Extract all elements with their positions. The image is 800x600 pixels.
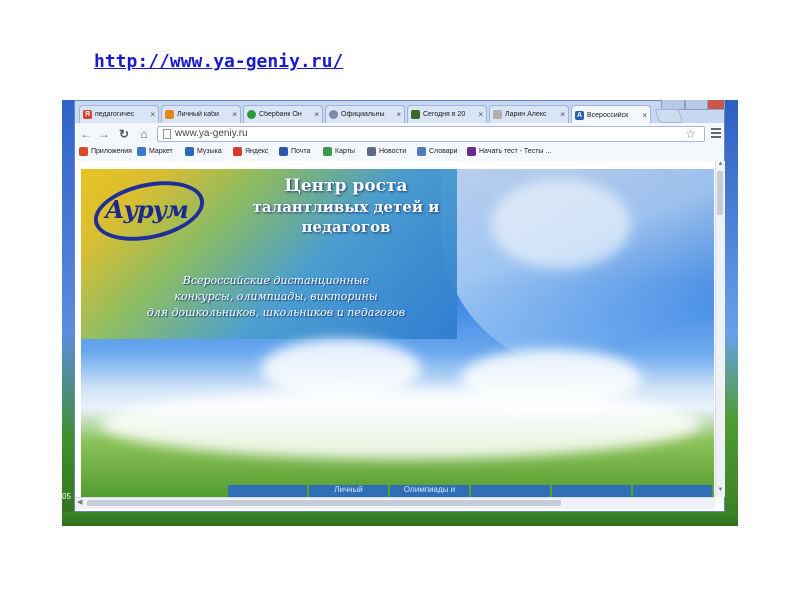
news-icon [411, 110, 420, 119]
vertical-scrollbar[interactable]: ▲ ▼ [715, 161, 725, 497]
tab-1[interactable]: Я педагогичес × [79, 105, 159, 123]
tab-title: педагогичес [95, 111, 135, 118]
sberbank-icon [247, 110, 256, 119]
cloud-graphic [491, 179, 631, 269]
headline-line-1: Центр роста [284, 176, 408, 196]
new-tab-button[interactable] [654, 109, 684, 123]
horizontal-scroll-thumb[interactable] [87, 500, 561, 506]
site-subline: Всероссийские дистанционные конкурсы, ол… [121, 273, 431, 321]
logo-text: Аурум [105, 195, 189, 224]
maps-icon [323, 147, 332, 156]
page-icon [163, 129, 171, 139]
tab-close-icon[interactable]: × [232, 110, 237, 119]
bookmark-label: Маркет [149, 148, 173, 155]
bookmark-mail[interactable]: Почта [279, 147, 310, 156]
tab-title: Ларин Алекс [505, 111, 547, 118]
cloud-graphic [101, 389, 701, 459]
bookmark-star-icon[interactable]: ☆ [685, 128, 696, 140]
page-viewport: Аурум Центр роста талантливых детей и пе… [75, 161, 725, 511]
bookmark-music[interactable]: Музыка [185, 147, 222, 156]
menu-icon[interactable] [711, 128, 721, 140]
browser-screenshot: 05 Я педагогичес × Личный каби × Сбербан… [62, 100, 738, 526]
headline-line-2: талантливых детей и [252, 198, 440, 216]
browser-window: Я педагогичес × Личный каби × Сбербанк О… [74, 100, 725, 512]
tab-close-icon[interactable]: × [150, 110, 155, 119]
tab-close-icon[interactable]: × [642, 111, 647, 120]
bookmark-label: Новости [379, 148, 407, 155]
tab-close-icon[interactable]: × [314, 110, 319, 119]
bookmark-apps[interactable]: Приложения [79, 147, 132, 156]
tab-6[interactable]: Ларин Алекс × [489, 105, 569, 123]
address-text: www.ya-geniy.ru [175, 128, 248, 139]
tab-7-active[interactable]: А Всероссийск × [571, 105, 651, 124]
bookmark-label: Карты [335, 148, 355, 155]
tab-close-icon[interactable]: × [560, 110, 565, 119]
tab-2[interactable]: Личный каби × [161, 105, 241, 123]
bookmark-label: Словари [429, 148, 458, 155]
market-icon [137, 147, 146, 156]
aurum-icon: А [575, 110, 584, 120]
tab-title: Сбербанк Он [259, 111, 302, 118]
bookmark-label: Почта [291, 148, 311, 155]
bookmark-news[interactable]: Новости [367, 147, 406, 156]
scroll-left-icon[interactable]: ◀ [77, 498, 82, 506]
tab-title: Официальны [341, 111, 385, 118]
aurum-logo[interactable]: Аурум [88, 171, 210, 251]
subline-line-3: для дошкольников, школьников и педагогов [146, 306, 406, 319]
forward-icon[interactable]: → [97, 127, 111, 141]
headline-line-3: педагогов [301, 218, 391, 236]
browser-toolbar: ← → ↻ ⌂ www.ya-geniy.ru ☆ [75, 123, 724, 145]
tab-3[interactable]: Сбербанк Он × [243, 105, 323, 123]
home-icon[interactable]: ⌂ [137, 127, 151, 141]
desktop-background-left [62, 100, 74, 526]
scroll-down-icon[interactable]: ▼ [716, 487, 725, 493]
tab-5[interactable]: Сегодня в 20 × [407, 105, 487, 123]
site-page: Аурум Центр роста талантливых детей и пе… [81, 169, 714, 501]
bookmark-yandex[interactable]: Яндекс [233, 147, 269, 156]
horizontal-scrollbar[interactable]: ◀ [75, 497, 715, 509]
yandex-icon [233, 147, 242, 156]
tab-title: Личный каби [177, 111, 219, 118]
bookmark-dictionaries[interactable]: Словари [417, 147, 457, 156]
bookmarks-bar: Приложения Маркет Музыка Яндекс Почта Ка… [75, 145, 724, 162]
news-icon [367, 147, 376, 156]
desktop-background-right [725, 100, 738, 526]
bookmark-label: Приложения [91, 148, 132, 155]
tab-close-icon[interactable]: × [478, 110, 483, 119]
subline-line-1: Всероссийские дистанционные [182, 274, 370, 287]
subline-line-2: конкурсы, олимпиады, викторины [174, 290, 378, 303]
document-icon [493, 110, 502, 119]
site-headline: Центр роста талантливых детей и педагого… [231, 175, 461, 237]
apps-grid-icon [79, 147, 88, 156]
yandex-icon: Я [83, 110, 92, 119]
scroll-up-icon[interactable]: ▲ [716, 161, 725, 167]
vertical-scroll-thumb[interactable] [717, 171, 723, 215]
tab-title: Сегодня в 20 [423, 111, 466, 118]
mail-icon [279, 147, 288, 156]
bookmark-maps[interactable]: Карты [323, 147, 355, 156]
desktop-background-bottom [62, 512, 738, 526]
bookmark-market[interactable]: Маркет [137, 147, 173, 156]
tab-close-icon[interactable]: × [396, 110, 401, 119]
emblem-icon [329, 110, 338, 119]
dictionary-icon [417, 147, 426, 156]
bookmark-label: Яндекс [245, 148, 269, 155]
tab-title: Всероссийск [587, 111, 629, 119]
account-icon [165, 110, 174, 119]
reload-icon[interactable]: ↻ [117, 127, 131, 141]
bookmark-label: Музыка [197, 148, 222, 155]
url-link[interactable]: http://www.ya-geniy.ru/ [94, 50, 354, 73]
tab-4[interactable]: Официальны × [325, 105, 405, 123]
desktop-clock: 05 [62, 492, 71, 501]
back-icon[interactable]: ← [79, 127, 93, 141]
tab-strip: Я педагогичес × Личный каби × Сбербанк О… [75, 105, 726, 124]
music-icon [185, 147, 194, 156]
bookmark-tests[interactable]: Начать тест - Тесты ... [467, 147, 551, 156]
bookmark-label: Начать тест - Тесты ... [479, 148, 552, 155]
tests-icon [467, 147, 476, 156]
address-bar[interactable]: www.ya-geniy.ru [157, 126, 705, 142]
